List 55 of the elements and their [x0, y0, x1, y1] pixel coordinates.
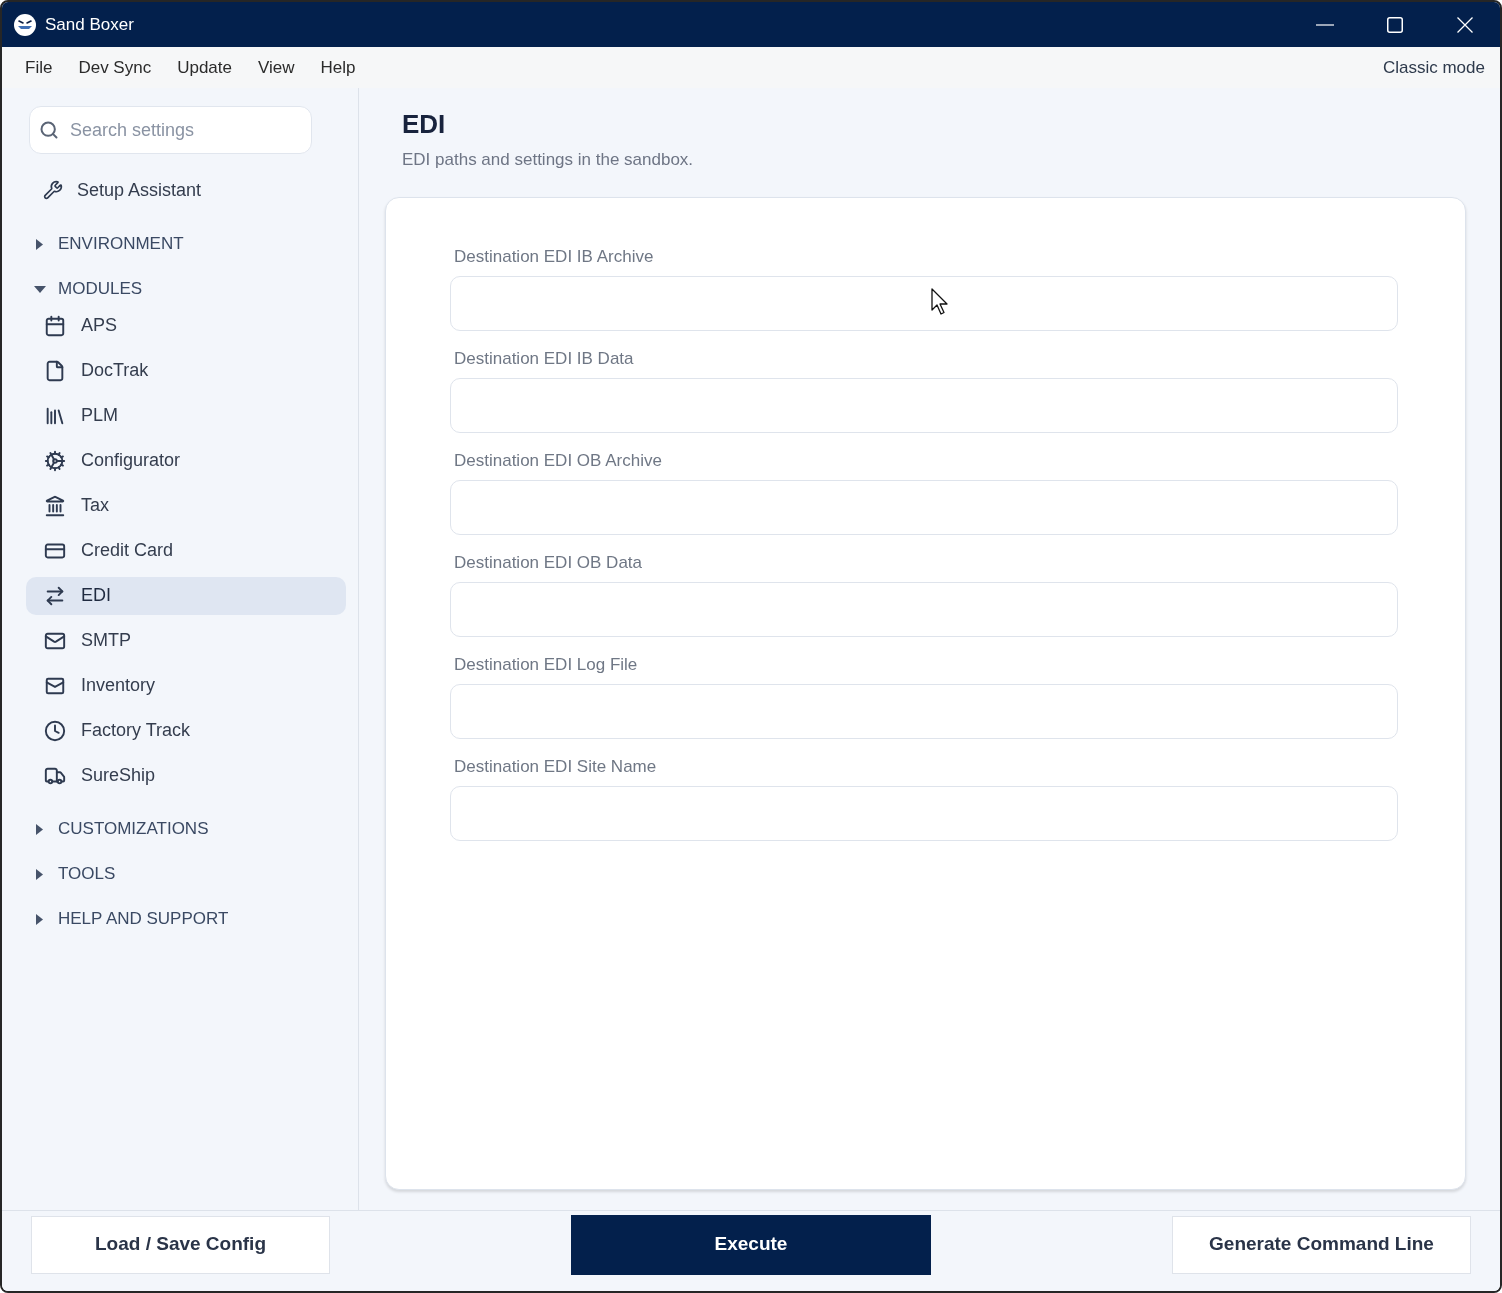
- clock-icon: [44, 719, 66, 742]
- field-label: Destination EDI Log File: [453, 654, 639, 676]
- section-header[interactable]: MODULES: [26, 275, 346, 303]
- field-label: Destination EDI OB Data: [453, 552, 644, 574]
- footer-button[interactable]: Generate Command Line: [1172, 1215, 1471, 1274]
- sidebar-item[interactable]: Factory Track: [26, 711, 346, 750]
- field-label: Destination EDI OB Archive: [453, 450, 663, 472]
- sidebar-item[interactable]: PLM: [26, 396, 346, 435]
- input-field[interactable]: [450, 786, 1398, 841]
- search-icon: [39, 120, 59, 140]
- search-field[interactable]: Search settings: [29, 106, 312, 154]
- menu-item[interactable]: View: [245, 51, 308, 84]
- maximize-icon: [1387, 16, 1403, 33]
- menu-item[interactable]: Help: [307, 51, 369, 84]
- sidebar-item[interactable]: APS: [26, 306, 346, 345]
- field-label: Destination EDI IB Archive: [453, 246, 655, 268]
- execute-button[interactable]: Execute: [571, 1214, 931, 1275]
- field-label: Destination EDI IB Data: [453, 348, 635, 370]
- field-label: Destination EDI Site Name: [453, 756, 658, 778]
- input-field[interactable]: [450, 582, 1398, 637]
- input-field[interactable]: [450, 684, 1398, 739]
- sidebar-item[interactable]: DocTrak: [26, 351, 346, 390]
- sidebar-item[interactable]: Configurator: [26, 441, 346, 480]
- footer-button[interactable]: Load / Save Config: [31, 1215, 330, 1274]
- gear-icon: [44, 449, 66, 472]
- page-title: EDI: [401, 108, 447, 140]
- input-field[interactable]: [450, 378, 1398, 433]
- sidebar-item[interactable]: Credit Card: [26, 531, 346, 570]
- sidebar-item[interactable]: Inventory: [26, 666, 346, 705]
- bank-building-icon: [44, 494, 66, 517]
- menu-item[interactable]: Dev Sync: [65, 51, 165, 84]
- sidebar-item[interactable]: Setup Assistant: [26, 170, 346, 210]
- menu-item[interactable]: File: [12, 51, 66, 84]
- mouse-pointer-icon: [931, 288, 949, 315]
- swap-arrows-icon: [44, 584, 66, 607]
- section-header[interactable]: TOOLS: [26, 860, 346, 888]
- sidebar-item[interactable]: Tax: [26, 486, 346, 525]
- sidebar-item[interactable]: SureShip: [26, 756, 346, 795]
- section-header[interactable]: HELP AND SUPPORT: [26, 905, 346, 933]
- section-header[interactable]: CUSTOMIZATIONS: [26, 815, 346, 843]
- window-title: Sand Boxer: [45, 13, 134, 36]
- calendar-icon: [44, 314, 66, 337]
- classic-mode-link[interactable]: Classic mode: [1382, 54, 1485, 81]
- sidebar-item[interactable]: SMTP: [26, 621, 346, 660]
- close-icon: [1457, 16, 1473, 33]
- menu-item[interactable]: Update: [164, 51, 245, 84]
- input-field[interactable]: [450, 276, 1398, 331]
- sidebar-item[interactable]: EDI: [26, 576, 346, 615]
- input-field[interactable]: [450, 480, 1398, 535]
- minimize-icon: [1316, 23, 1334, 26]
- page-subtitle: EDI paths and settings in the sandbox.: [401, 149, 695, 171]
- face-logo-icon: [14, 13, 36, 36]
- wrench-icon: [43, 180, 63, 200]
- file-icon: [44, 359, 66, 382]
- section-header[interactable]: ENVIRONMENT: [26, 230, 346, 258]
